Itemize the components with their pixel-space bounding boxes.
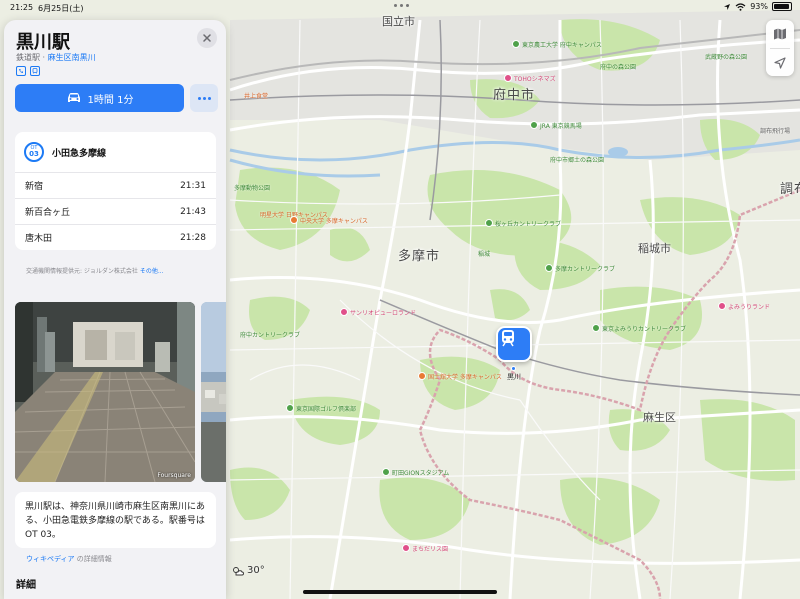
line-badge-number: 03 — [29, 150, 39, 158]
amusement-icon[interactable] — [718, 302, 726, 310]
photo-credit: Foursquare — [157, 472, 191, 479]
station-pin[interactable] — [496, 326, 532, 362]
golf-icon[interactable] — [286, 404, 294, 412]
location-arrow-icon — [774, 57, 786, 69]
details-heading: 詳細 — [16, 580, 36, 591]
drive-time: 1時間 1分 — [87, 94, 134, 106]
attribution-more-link[interactable]: その他... — [140, 268, 164, 275]
more-options-button[interactable] — [190, 84, 218, 112]
multitasking-dots[interactable] — [394, 4, 409, 7]
attribution-text: 交通機関情報提供元: ジョルダン株式会社 — [26, 268, 140, 275]
status-bar: 21:25 6月25日(土) 93% — [0, 0, 800, 16]
wikipedia-suffix: の詳細情報 — [74, 555, 112, 563]
map-controls — [766, 20, 794, 76]
battery-percent: 93% — [750, 2, 768, 11]
place-location-link[interactable]: 麻生区南黒川 — [48, 53, 96, 62]
transit-departures-card: OT 03 小田急多摩線 新宿 21:31 新百合ヶ丘 21:43 唐木田 21… — [15, 132, 216, 250]
transit-attribution: 交通機関情報提供元: ジョルダン株式会社 その他... — [26, 266, 164, 275]
park-icon[interactable] — [530, 121, 538, 129]
departure-row[interactable]: 唐木田 21:28 — [15, 224, 216, 250]
cinema-icon[interactable] — [504, 74, 512, 82]
subtitle-separator: · — [40, 53, 48, 62]
train-service-icon — [30, 66, 40, 76]
departure-row[interactable]: 新宿 21:31 — [15, 172, 216, 198]
station-location-dot — [511, 366, 516, 371]
school-icon[interactable] — [418, 372, 426, 380]
wikipedia-attribution: ウィキペディア の詳細情報 — [26, 554, 112, 564]
place-subtitle: 鉄道駅 · 麻生区南黒川 — [16, 52, 96, 63]
departure-destination: 唐木田 — [25, 234, 53, 244]
departure-time: 21:28 — [180, 232, 206, 243]
zoo-icon[interactable] — [402, 544, 410, 552]
place-category: 鉄道駅 — [16, 53, 40, 62]
line-name: 小田急多摩線 — [52, 148, 107, 159]
car-icon — [67, 93, 80, 102]
current-location-button[interactable] — [766, 49, 794, 77]
park-icon[interactable] — [512, 40, 520, 48]
place-description: 黒川駅は、神奈川県川崎市麻生区南黒川にある、小田急電鉄多摩線の駅である。駅番号は… — [15, 492, 216, 548]
phone-accessibility-icon — [16, 66, 26, 76]
station-exterior-photo — [201, 302, 226, 482]
wikipedia-link[interactable]: ウィキペディア — [26, 555, 75, 563]
departure-row[interactable]: 新百合ヶ丘 21:43 — [15, 198, 216, 224]
line-number-badge: OT 03 — [24, 142, 44, 162]
station-map-label: 黒川 — [507, 373, 521, 381]
status-time: 21:25 — [10, 3, 34, 12]
location-arrow-icon — [724, 3, 731, 10]
directions-button[interactable]: 1時間 1分 — [15, 84, 184, 112]
stadium-icon[interactable] — [382, 468, 390, 476]
school-icon[interactable] — [290, 216, 298, 224]
map-icon — [774, 28, 786, 40]
temperature: 30° — [247, 565, 265, 576]
battery-icon — [772, 2, 792, 11]
departure-destination: 新百合ヶ丘 — [25, 208, 71, 218]
departure-destination: 新宿 — [25, 182, 44, 192]
service-icons — [16, 66, 40, 76]
departure-time: 21:43 — [180, 206, 206, 217]
departure-time: 21:31 — [180, 180, 206, 191]
transit-line-header[interactable]: OT 03 小田急多摩線 — [15, 132, 216, 172]
golf-icon[interactable] — [592, 324, 600, 332]
golf-icon[interactable] — [485, 219, 493, 227]
place-photo[interactable]: Foursquare — [15, 302, 195, 482]
close-icon — [203, 34, 211, 42]
weather-badge: 30° — [232, 565, 265, 576]
ellipsis-icon — [197, 96, 201, 100]
wifi-icon — [735, 2, 746, 11]
place-title: 黒川駅 — [16, 32, 70, 53]
amusement-icon[interactable] — [340, 308, 348, 316]
place-photo[interactable] — [201, 302, 226, 482]
status-date: 6月25日(土) — [38, 4, 84, 13]
battery-fill — [774, 4, 789, 9]
partly-cloudy-icon — [233, 566, 244, 575]
station-concourse-photo — [15, 302, 195, 482]
train-icon — [502, 330, 514, 347]
place-card: 黒川駅 鉄道駅 · 麻生区南黒川 1時間 1分 OT 03 小田急多摩線 新宿 … — [4, 20, 226, 599]
map-mode-button[interactable] — [766, 20, 794, 48]
close-button[interactable] — [197, 28, 217, 48]
golf-icon[interactable] — [545, 264, 553, 272]
home-indicator[interactable] — [303, 590, 497, 594]
